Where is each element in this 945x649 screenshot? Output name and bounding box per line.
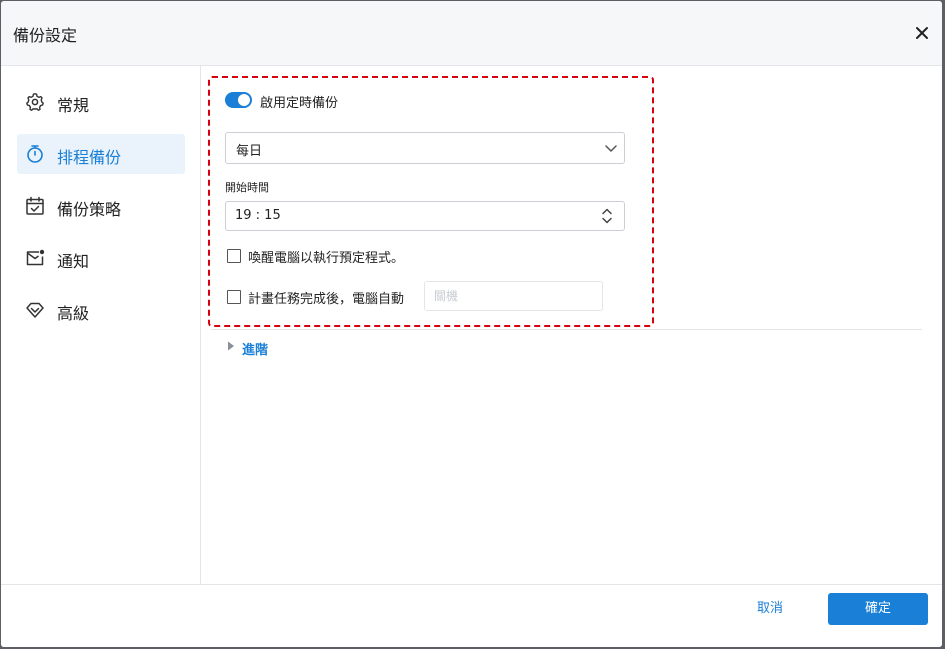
sidebar-item-advanced[interactable]: 高級 <box>17 290 185 330</box>
sidebar-item-label: 常規 <box>57 96 90 115</box>
dialog-title: 備份設定 <box>13 26 78 45</box>
sidebar-item-label: 排程備份 <box>57 148 122 167</box>
sidebar-item-general[interactable]: 常規 <box>17 82 185 122</box>
close-icon[interactable] <box>912 23 932 43</box>
settings-sidebar: 常規 排程備份 備份策略 通知 高級 <box>1 66 201 585</box>
enable-schedule-toggle[interactable] <box>225 92 252 108</box>
backup-settings-dialog: 備份設定 常規 排程備份 備份策略 通知 高級 啟用定時備份 每日 開始時間 1… <box>1 1 942 647</box>
spinner-icon[interactable] <box>600 206 614 226</box>
sidebar-item-label: 備份策略 <box>57 200 122 219</box>
mail-notification-icon <box>26 249 45 266</box>
after-task-label: 計畫任務完成後，電腦自動 <box>248 292 405 307</box>
frequency-select[interactable]: 每日 <box>225 132 625 164</box>
stopwatch-icon <box>27 145 43 163</box>
advanced-label: 進階 <box>242 343 269 358</box>
enable-schedule-label: 啟用定時備份 <box>260 96 339 111</box>
ok-button[interactable]: 確定 <box>828 593 928 625</box>
after-task-checkbox[interactable] <box>227 290 241 304</box>
chevron-down-icon <box>605 145 617 152</box>
start-time-value: 19 : 15 <box>235 208 281 223</box>
caret-right-icon <box>228 341 234 351</box>
sidebar-item-strategy[interactable]: 備份策略 <box>17 186 185 226</box>
wake-computer-label: 喚醒電腦以執行預定程式。 <box>248 251 405 266</box>
gear-icon <box>26 93 44 111</box>
calendar-check-icon <box>26 196 44 215</box>
diamond-icon <box>26 302 44 318</box>
schedule-panel: 啟用定時備份 每日 開始時間 19 : 15 喚醒電腦以執行預定程式。 計畫任務… <box>201 66 942 585</box>
section-divider <box>211 329 922 330</box>
dialog-titlebar: 備份設定 <box>1 1 942 66</box>
frequency-value: 每日 <box>236 144 263 159</box>
after-action-input[interactable] <box>424 281 603 311</box>
dialog-footer: 取消 確定 <box>1 584 942 647</box>
sidebar-item-schedule[interactable]: 排程備份 <box>17 134 185 174</box>
sidebar-item-label: 通知 <box>57 252 90 271</box>
start-time-input[interactable]: 19 : 15 <box>225 201 625 231</box>
cancel-button[interactable]: 取消 <box>742 593 798 625</box>
sidebar-item-notification[interactable]: 通知 <box>17 238 185 278</box>
start-time-label: 開始時間 <box>225 181 269 194</box>
wake-computer-checkbox[interactable] <box>227 249 241 263</box>
sidebar-item-label: 高級 <box>57 304 90 323</box>
